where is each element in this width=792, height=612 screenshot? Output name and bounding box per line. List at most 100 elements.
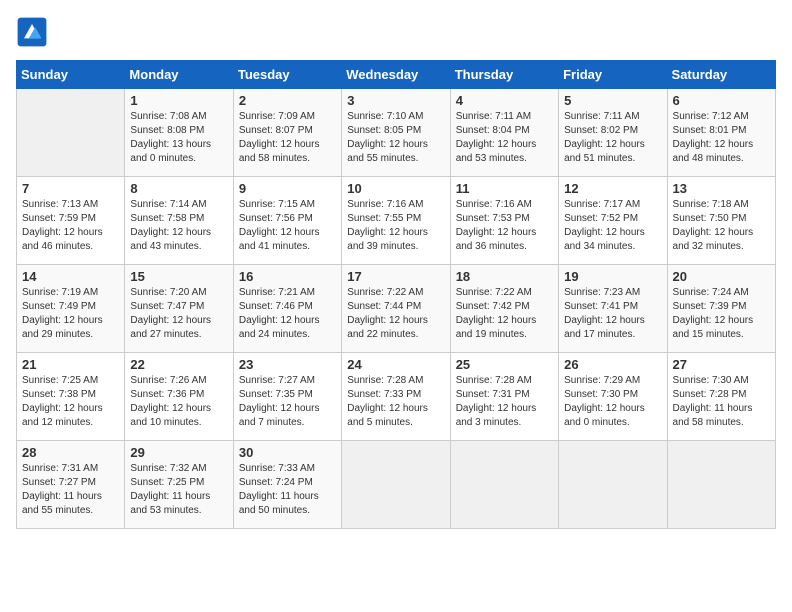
day-info: Sunrise: 7:26 AM Sunset: 7:36 PM Dayligh… [130, 374, 227, 430]
day-info: Sunrise: 7:20 AM Sunset: 7:47 PM Dayligh… [130, 286, 227, 342]
calendar-cell: 26Sunrise: 7:29 AM Sunset: 7:30 PM Dayli… [559, 353, 667, 441]
day-number: 20 [673, 269, 770, 284]
day-info: Sunrise: 7:21 AM Sunset: 7:46 PM Dayligh… [239, 286, 336, 342]
day-info: Sunrise: 7:11 AM Sunset: 8:02 PM Dayligh… [564, 110, 661, 166]
calendar-cell: 10 Sunrise: 7:16 AM Sunset: 7:55 PM Dayli… [342, 177, 450, 265]
day-number: 29 [130, 445, 227, 460]
day-info: Sunrise: 7:28 AM Sunset: 7:31 PM Dayligh… [456, 374, 553, 430]
logo-icon [16, 16, 48, 48]
page-header [16, 16, 776, 48]
day-number: 27 [673, 357, 770, 372]
day-info: Sunrise: 7:22 AM Sunset: 7:44 PM Dayligh… [347, 286, 444, 342]
day-number: 7 [22, 181, 119, 196]
calendar-cell: 9 Sunrise: 7:15 AM Sunset: 7:56 PM Daylig… [233, 177, 341, 265]
calendar-cell: 20 Sunrise: 7:24 AM Sunset: 7:39 PM Dayli… [667, 265, 775, 353]
day-header-saturday: Saturday [667, 61, 775, 89]
calendar-cell: 14 Sunrise: 7:19 AM Sunset: 7:49 PM Dayli… [17, 265, 125, 353]
calendar-cell: 5 Sunrise: 7:11 AM Sunset: 8:02 PM Daylig… [559, 89, 667, 177]
calendar-cell [342, 441, 450, 529]
day-info: Sunrise: 7:16 AM Sunset: 7:53 PM Dayligh… [456, 198, 553, 254]
day-info: Sunrise: 7:16 AM Sunset: 7:55 PM Dayligh… [347, 198, 444, 254]
day-number: 15 [130, 269, 227, 284]
day-number: 21 [22, 357, 119, 372]
calendar-cell [450, 441, 558, 529]
week-row-5: 28 Sunrise: 7:31 AM Sunset: 7:27 PM Dayli… [17, 441, 776, 529]
day-info: Sunrise: 7:32 AM Sunset: 7:25 PM Dayligh… [130, 462, 227, 518]
week-row-4: 21Sunrise: 7:25 AM Sunset: 7:38 PM Dayli… [17, 353, 776, 441]
day-number: 10 [347, 181, 444, 196]
week-row-1: 1 Sunrise: 7:08 AM Sunset: 8:08 PM Daylig… [17, 89, 776, 177]
calendar-table: SundayMondayTuesdayWednesdayThursdayFrid… [16, 60, 776, 529]
day-number: 5 [564, 93, 661, 108]
day-number: 30 [239, 445, 336, 460]
day-number: 6 [673, 93, 770, 108]
day-number: 16 [239, 269, 336, 284]
calendar-cell: 15 Sunrise: 7:20 AM Sunset: 7:47 PM Dayli… [125, 265, 233, 353]
calendar-cell: 3Sunrise: 7:10 AM Sunset: 8:05 PM Daylig… [342, 89, 450, 177]
day-info: Sunrise: 7:27 AM Sunset: 7:35 PM Dayligh… [239, 374, 336, 430]
calendar-cell: 22 Sunrise: 7:26 AM Sunset: 7:36 PM Dayli… [125, 353, 233, 441]
calendar-cell: 12 Sunrise: 7:17 AM Sunset: 7:52 PM Dayli… [559, 177, 667, 265]
day-info: Sunrise: 7:08 AM Sunset: 8:08 PM Dayligh… [130, 110, 227, 166]
calendar-cell [667, 441, 775, 529]
day-number: 23 [239, 357, 336, 372]
day-number: 19 [564, 269, 661, 284]
calendar-cell: 21Sunrise: 7:25 AM Sunset: 7:38 PM Dayli… [17, 353, 125, 441]
day-number: 13 [673, 181, 770, 196]
day-number: 11 [456, 181, 553, 196]
day-info: Sunrise: 7:09 AM Sunset: 8:07 PM Dayligh… [239, 110, 336, 166]
day-header-tuesday: Tuesday [233, 61, 341, 89]
day-number: 24 [347, 357, 444, 372]
day-number: 28 [22, 445, 119, 460]
calendar-cell: 16 Sunrise: 7:21 AM Sunset: 7:46 PM Dayli… [233, 265, 341, 353]
calendar-cell: 2Sunrise: 7:09 AM Sunset: 8:07 PM Daylig… [233, 89, 341, 177]
day-number: 25 [456, 357, 553, 372]
calendar-cell: 8 Sunrise: 7:14 AM Sunset: 7:58 PM Daylig… [125, 177, 233, 265]
calendar-cell: 23 Sunrise: 7:27 AM Sunset: 7:35 PM Dayli… [233, 353, 341, 441]
day-number: 17 [347, 269, 444, 284]
day-number: 12 [564, 181, 661, 196]
day-info: Sunrise: 7:17 AM Sunset: 7:52 PM Dayligh… [564, 198, 661, 254]
calendar-cell: 24 Sunrise: 7:28 AM Sunset: 7:33 PM Dayli… [342, 353, 450, 441]
day-info: Sunrise: 7:14 AM Sunset: 7:58 PM Dayligh… [130, 198, 227, 254]
day-info: Sunrise: 7:19 AM Sunset: 7:49 PM Dayligh… [22, 286, 119, 342]
calendar-cell: 13 Sunrise: 7:18 AM Sunset: 7:50 PM Dayli… [667, 177, 775, 265]
calendar-cell: 7Sunrise: 7:13 AM Sunset: 7:59 PM Daylig… [17, 177, 125, 265]
calendar-cell: 4 Sunrise: 7:11 AM Sunset: 8:04 PM Daylig… [450, 89, 558, 177]
day-info: Sunrise: 7:15 AM Sunset: 7:56 PM Dayligh… [239, 198, 336, 254]
calendar-cell: 11 Sunrise: 7:16 AM Sunset: 7:53 PM Dayli… [450, 177, 558, 265]
calendar-cell: 27 Sunrise: 7:30 AM Sunset: 7:28 PM Dayli… [667, 353, 775, 441]
day-number: 1 [130, 93, 227, 108]
day-info: Sunrise: 7:18 AM Sunset: 7:50 PM Dayligh… [673, 198, 770, 254]
day-header-sunday: Sunday [17, 61, 125, 89]
day-info: Sunrise: 7:30 AM Sunset: 7:28 PM Dayligh… [673, 374, 770, 430]
day-info: Sunrise: 7:11 AM Sunset: 8:04 PM Dayligh… [456, 110, 553, 166]
day-info: Sunrise: 7:23 AM Sunset: 7:41 PM Dayligh… [564, 286, 661, 342]
day-number: 4 [456, 93, 553, 108]
calendar-cell: 19 Sunrise: 7:23 AM Sunset: 7:41 PM Dayli… [559, 265, 667, 353]
day-header-thursday: Thursday [450, 61, 558, 89]
day-header-wednesday: Wednesday [342, 61, 450, 89]
day-info: Sunrise: 7:28 AM Sunset: 7:33 PM Dayligh… [347, 374, 444, 430]
day-number: 14 [22, 269, 119, 284]
calendar-cell: 25 Sunrise: 7:28 AM Sunset: 7:31 PM Dayli… [450, 353, 558, 441]
calendar-cell: 30Sunrise: 7:33 AM Sunset: 7:24 PM Dayli… [233, 441, 341, 529]
calendar-header-row: SundayMondayTuesdayWednesdayThursdayFrid… [17, 61, 776, 89]
day-info: Sunrise: 7:10 AM Sunset: 8:05 PM Dayligh… [347, 110, 444, 166]
calendar-cell [17, 89, 125, 177]
week-row-2: 7Sunrise: 7:13 AM Sunset: 7:59 PM Daylig… [17, 177, 776, 265]
day-info: Sunrise: 7:31 AM Sunset: 7:27 PM Dayligh… [22, 462, 119, 518]
day-number: 18 [456, 269, 553, 284]
calendar-cell: 17 Sunrise: 7:22 AM Sunset: 7:44 PM Dayli… [342, 265, 450, 353]
day-info: Sunrise: 7:22 AM Sunset: 7:42 PM Dayligh… [456, 286, 553, 342]
day-info: Sunrise: 7:24 AM Sunset: 7:39 PM Dayligh… [673, 286, 770, 342]
calendar-body: 1 Sunrise: 7:08 AM Sunset: 8:08 PM Daylig… [17, 89, 776, 529]
day-header-monday: Monday [125, 61, 233, 89]
calendar-cell: 28 Sunrise: 7:31 AM Sunset: 7:27 PM Dayli… [17, 441, 125, 529]
calendar-cell: 6Sunrise: 7:12 AM Sunset: 8:01 PM Daylig… [667, 89, 775, 177]
day-number: 8 [130, 181, 227, 196]
day-number: 9 [239, 181, 336, 196]
day-number: 22 [130, 357, 227, 372]
logo [16, 16, 52, 48]
calendar-cell: 29 Sunrise: 7:32 AM Sunset: 7:25 PM Dayli… [125, 441, 233, 529]
